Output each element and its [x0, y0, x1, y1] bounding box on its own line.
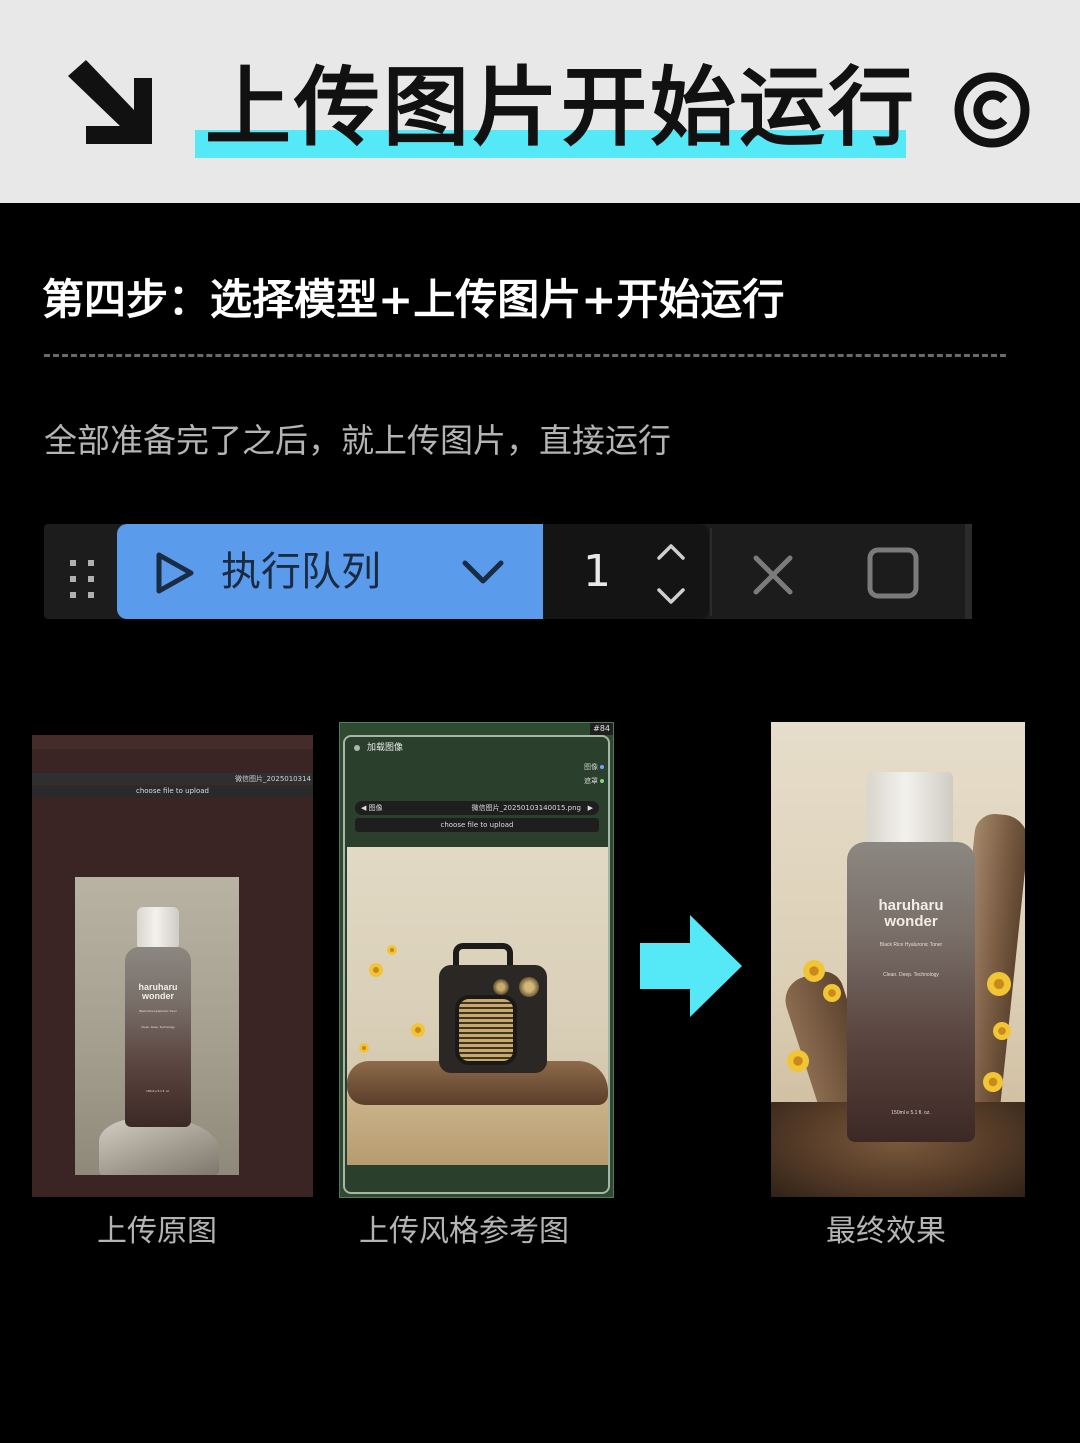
caption-style: 上传风格参考图 — [359, 1214, 569, 1249]
bottle-brand: haruharu wonder — [138, 982, 178, 1002]
output-mask-socket[interactable] — [600, 779, 604, 783]
yellow-flower — [411, 1023, 425, 1037]
output-mask-label: 遮罩 — [584, 777, 598, 785]
bottle-body: haruharu wonder Black Rice Hyaluronic To… — [125, 947, 191, 1127]
bottle-tagline: Clean. Deep. Technology — [141, 1025, 175, 1029]
yellow-flower — [787, 1050, 809, 1072]
page-title: 上传图片开始运行 — [205, 58, 917, 158]
speaker-grill — [455, 995, 517, 1065]
bottle-cap — [137, 907, 179, 947]
node-id-badge: #84 — [590, 723, 613, 735]
arrow-right-icon — [640, 915, 742, 1017]
final-result-image: haruharu wonder Black Rice Hyaluronic To… — [771, 722, 1025, 1197]
close-icon[interactable] — [750, 552, 796, 598]
chevron-up-icon[interactable] — [655, 542, 687, 562]
header-banner: 上传图片开始运行 — [0, 0, 1080, 203]
chevron-down-small-icon[interactable] — [655, 586, 687, 606]
bottle-volume: 150ml e 5.1 fl. oz. — [146, 1089, 170, 1093]
chevron-down-icon[interactable] — [461, 557, 505, 587]
yellow-flower — [803, 960, 825, 982]
combo-prev-label[interactable]: ◀ 图像 — [361, 801, 383, 815]
combo-next-arrow[interactable]: ▶ — [588, 801, 593, 815]
sand-ground — [347, 1095, 608, 1165]
choose-file-button[interactable]: choose file to upload — [32, 786, 313, 797]
load-image-node[interactable]: 加载图像 图像 遮罩 ◀ 图像 微信图片_20250103140015.png … — [343, 735, 610, 1194]
combo-value: 微信图片_20250103140015.png — [471, 804, 581, 812]
stop-icon[interactable] — [866, 546, 920, 600]
step-title: 第四步：选择模型+上传图片+开始运行 — [42, 275, 785, 324]
toolbar-separator — [710, 528, 712, 616]
toner-bottle: haruharu wonder Black Rice Hyaluronic To… — [847, 772, 975, 1147]
bottle-subtitle: Black Rice Hyaluronic Toner — [139, 1009, 177, 1013]
style-reference-photo — [347, 847, 608, 1165]
bottle-volume: 150ml e 5.1 fl. oz. — [891, 1110, 931, 1116]
bottle-brand: haruharu wonder — [878, 897, 944, 930]
bottle-subtitle: Black Rice Hyaluronic Toner — [879, 942, 943, 948]
batch-count-value[interactable]: 1 — [583, 546, 611, 598]
retro-speaker — [439, 943, 547, 1073]
yellow-flower — [983, 1072, 1003, 1092]
original-product-photo: haruharu wonder Black Rice Hyaluronic To… — [75, 877, 239, 1175]
filename-field[interactable]: 微信图片_2025010314 — [32, 773, 313, 785]
toner-bottle: haruharu wonder Black Rice Hyaluronic To… — [125, 907, 191, 1127]
original-image-screenshot: 微信图片_2025010314 choose file to upload ha… — [32, 735, 313, 1197]
yellow-flower — [993, 1022, 1011, 1040]
bottle-body: haruharu wonder Black Rice Hyaluronic To… — [847, 842, 975, 1142]
caption-original: 上传原图 — [97, 1214, 217, 1249]
speaker-knob — [493, 979, 509, 995]
image-file-combo[interactable]: ◀ 图像 微信图片_20250103140015.png ▶ — [355, 801, 599, 815]
yellow-flower — [823, 984, 841, 1002]
copyright-icon — [954, 72, 1030, 148]
caption-final: 最终效果 — [826, 1214, 946, 1249]
output-image-label: 图像 — [584, 763, 598, 771]
play-icon — [156, 552, 194, 594]
node-header-strip — [32, 735, 313, 749]
bottle-cap — [867, 772, 953, 848]
run-queue-label: 执行队列 — [221, 549, 381, 595]
drag-handle-icon[interactable] — [60, 556, 104, 604]
bottle-tagline: Clean. Deep. Technology — [883, 972, 939, 978]
arrow-down-right-icon — [68, 60, 152, 144]
node-collapse-dot[interactable] — [354, 745, 360, 751]
node-title: 加载图像 — [367, 743, 404, 753]
dashed-divider — [44, 354, 1006, 357]
choose-file-button[interactable]: choose file to upload — [355, 818, 599, 832]
run-queue-button[interactable]: 执行队列 — [117, 524, 543, 619]
toolbar-edge — [965, 524, 972, 619]
yellow-flower — [369, 963, 383, 977]
yellow-flower — [359, 1043, 369, 1053]
output-image-socket[interactable] — [600, 765, 604, 769]
yellow-flower — [987, 972, 1011, 996]
batch-count-stepper[interactable]: 1 — [543, 524, 709, 619]
style-reference-node-screenshot: #84 加载图像 图像 遮罩 ◀ 图像 微信图片_20250103140015.… — [339, 722, 614, 1198]
yellow-flower — [387, 945, 397, 955]
step-description: 全部准备完了之后，就上传图片，直接运行 — [44, 421, 671, 460]
speaker-dial — [519, 977, 539, 997]
